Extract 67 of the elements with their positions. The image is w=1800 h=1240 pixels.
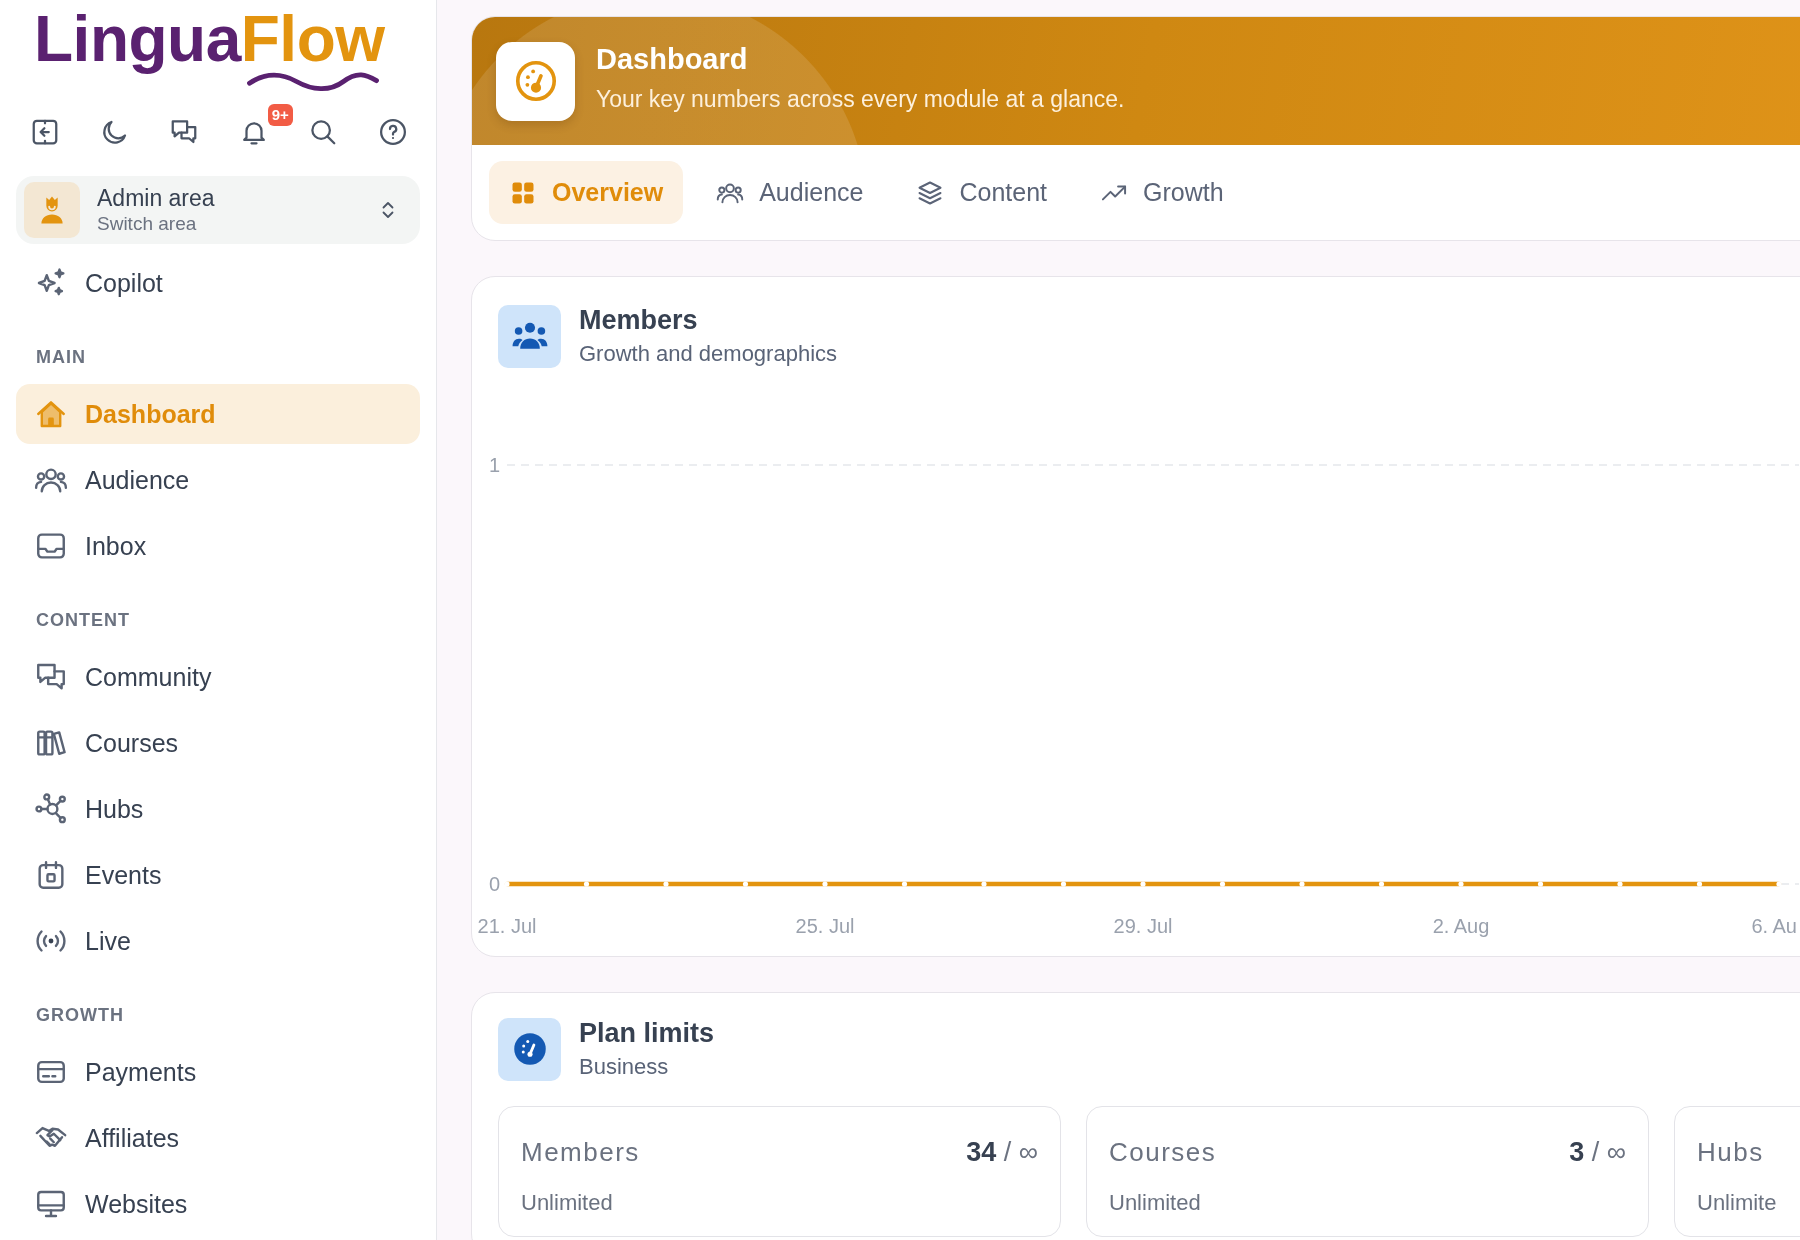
card-subtitle: Business xyxy=(579,1053,670,1081)
card-title: Members xyxy=(579,304,699,337)
area-subtitle: Switch area xyxy=(97,212,198,236)
x-axis-label: 6. Au xyxy=(1751,915,1797,937)
y-axis-label: 0 xyxy=(488,873,500,895)
data-point xyxy=(1696,881,1703,887)
data-point xyxy=(1060,881,1067,887)
data-point xyxy=(1617,881,1623,887)
data-point xyxy=(981,881,987,887)
network-icon xyxy=(34,792,68,826)
data-point xyxy=(1378,881,1385,887)
limit-count: 34 / ∞ xyxy=(966,1136,1038,1169)
section-heading: MAIN xyxy=(35,346,87,369)
tab[interactable]: Growth xyxy=(1080,161,1244,224)
nav-item[interactable]: Live xyxy=(16,911,420,971)
data-point xyxy=(1140,881,1146,887)
data-point xyxy=(1537,881,1544,887)
limit-label: Members xyxy=(521,1136,640,1169)
notification-badge: 9+ xyxy=(267,104,293,126)
nav-item[interactable]: Copilot xyxy=(16,253,420,313)
nav-item[interactable]: Courses xyxy=(16,713,420,773)
data-point xyxy=(504,881,510,887)
limit-note: Unlimited xyxy=(1109,1189,1202,1217)
section-heading: CONTENT xyxy=(35,609,131,632)
data-point xyxy=(1458,881,1464,887)
data-point xyxy=(583,881,590,887)
data-point xyxy=(742,881,749,887)
page-title: Dashboard xyxy=(596,42,749,77)
collapse-sidebar-icon[interactable] xyxy=(30,117,60,147)
y-axis-label: 1 xyxy=(488,454,500,476)
x-axis-label: 25. Jul xyxy=(795,915,855,937)
data-point xyxy=(663,881,669,887)
people-icon xyxy=(498,304,561,368)
help-icon[interactable] xyxy=(377,117,408,147)
admin-crown-icon xyxy=(24,182,80,238)
limit-note: Unlimite xyxy=(1697,1189,1778,1217)
card-subtitle: Growth and demographics xyxy=(579,340,838,368)
nav-item[interactable]: Hubs xyxy=(16,779,420,839)
page-subtitle: Your key numbers across every module at a glance. xyxy=(596,85,1125,114)
data-point xyxy=(1219,881,1226,887)
limit-count: 3 / ∞ xyxy=(1569,1136,1626,1169)
data-point xyxy=(901,881,908,887)
x-axis-label: 2. Aug xyxy=(1432,915,1490,937)
nav-item[interactable]: Events xyxy=(16,845,420,905)
data-point xyxy=(822,881,828,887)
card-title: Plan limits xyxy=(579,1017,715,1050)
area-switcher[interactable]: Admin area Switch area xyxy=(16,176,420,244)
logo: LinguaFlow xyxy=(34,7,385,92)
nav-item[interactable]: Affiliates xyxy=(16,1108,420,1168)
limit-note: Unlimited xyxy=(521,1189,614,1217)
x-axis-label: 29. Jul xyxy=(1113,915,1173,937)
nav-item[interactable]: Websites xyxy=(16,1174,420,1234)
x-axis-label: 21. Jul xyxy=(477,915,537,937)
tab[interactable]: Content xyxy=(896,161,1067,224)
limit-label: Hubs xyxy=(1697,1136,1764,1169)
nav-item[interactable]: Payments xyxy=(16,1042,420,1102)
section-heading: GROWTH xyxy=(35,1004,125,1027)
data-point xyxy=(1776,881,1782,887)
nav-item[interactable]: Inbox xyxy=(16,516,420,576)
limit-label: Courses xyxy=(1109,1136,1217,1169)
nav-item[interactable]: Audience xyxy=(16,450,420,510)
nav-item[interactable]: Community xyxy=(16,647,420,707)
tab[interactable]: Audience xyxy=(696,161,884,224)
gauge-icon xyxy=(498,1017,561,1081)
data-point xyxy=(1299,881,1305,887)
area-title: Admin area xyxy=(97,184,216,212)
gauge-icon xyxy=(496,41,575,121)
